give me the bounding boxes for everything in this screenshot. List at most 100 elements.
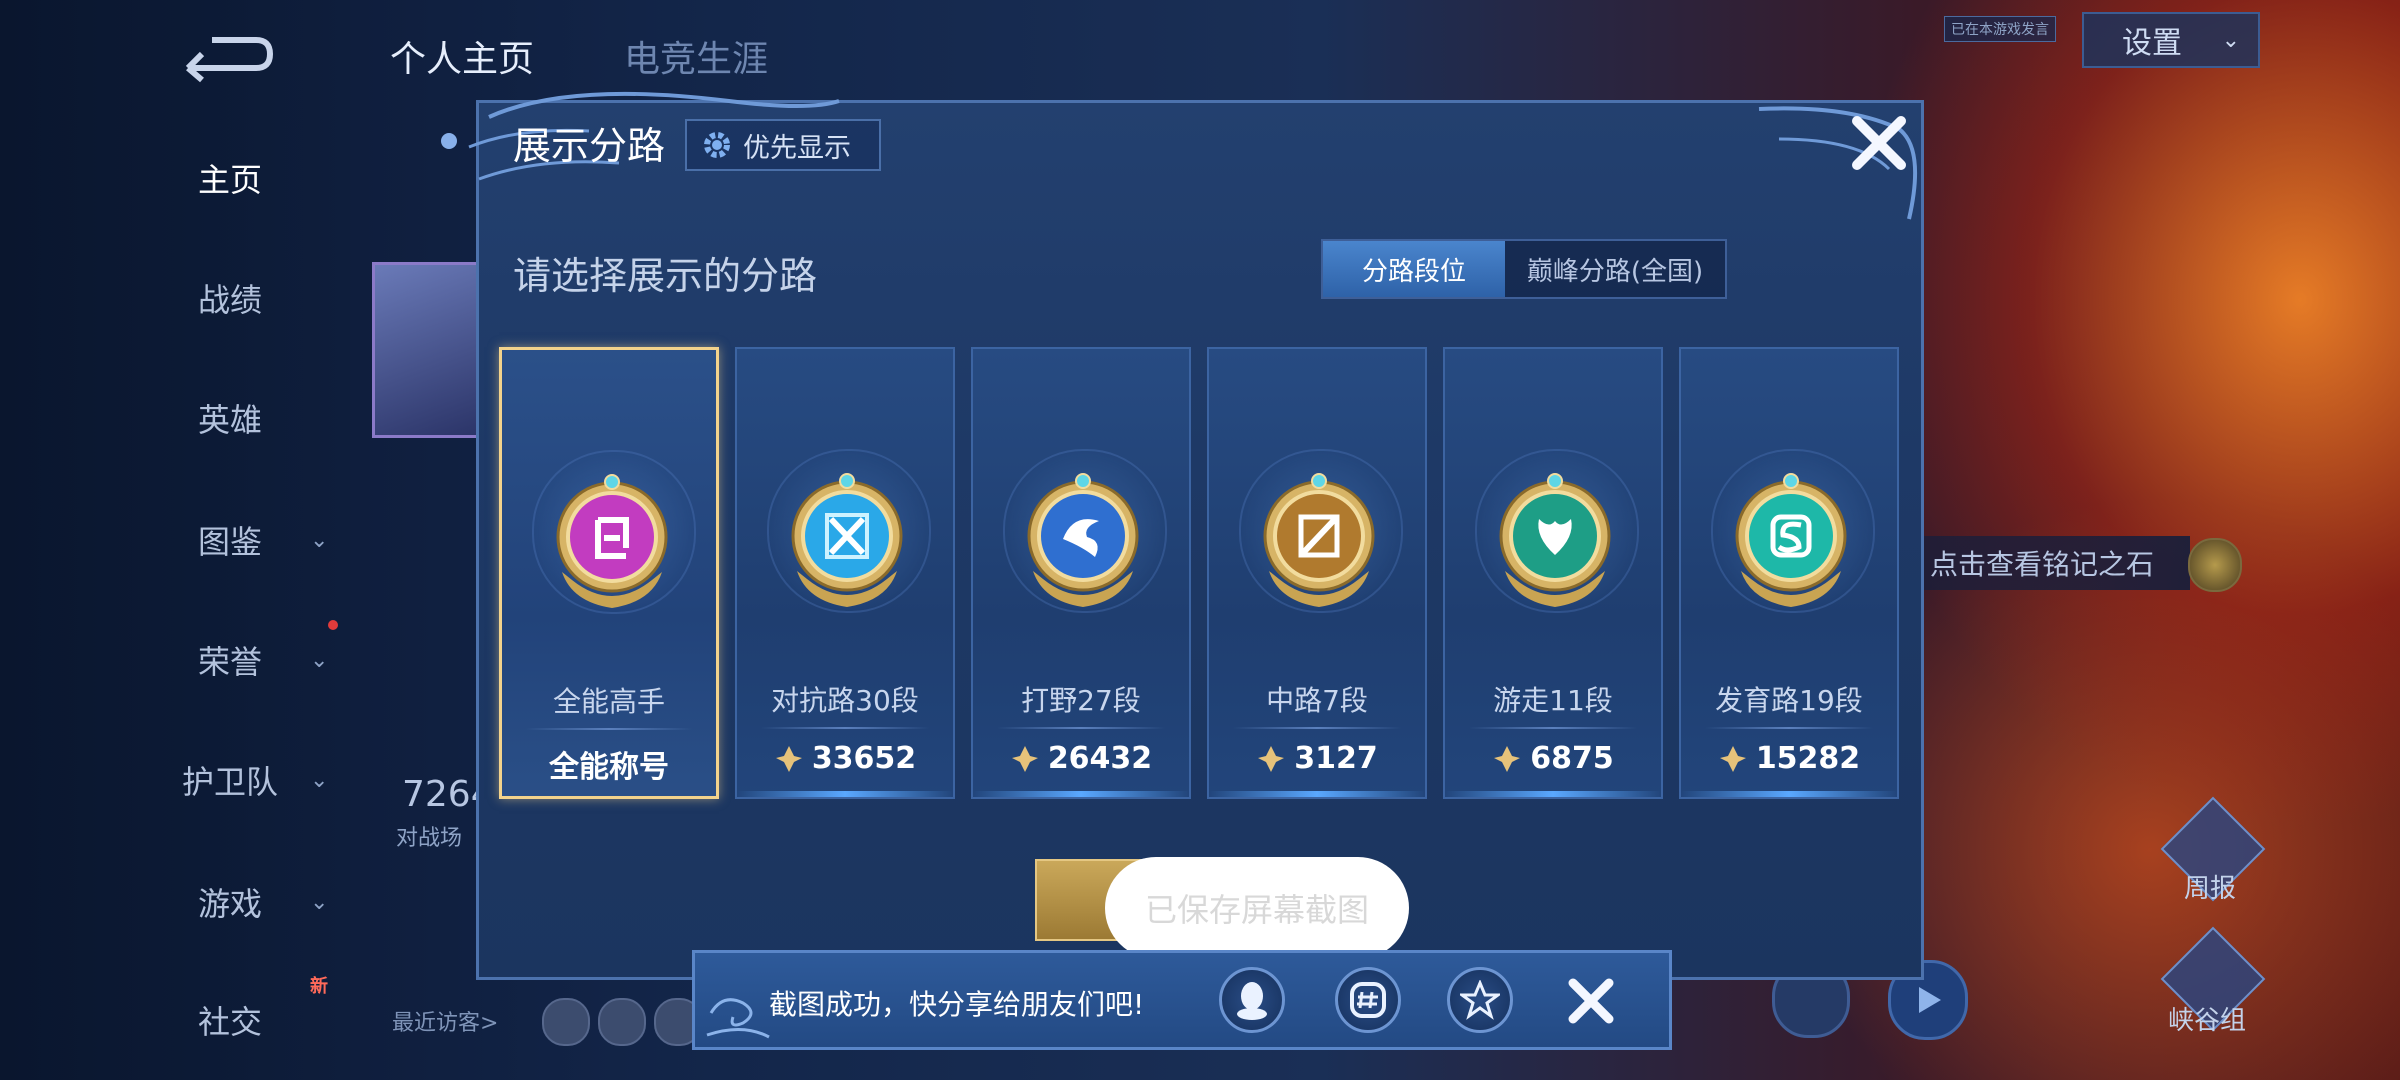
- dialog-title: 展示分路: [513, 124, 666, 168]
- lane-card[interactable]: 打野27段 26432: [971, 347, 1191, 799]
- lane-value: 3127: [1209, 741, 1425, 776]
- jungle-lane-badge-icon: [1013, 461, 1153, 611]
- visitor-avatar[interactable]: [598, 998, 646, 1046]
- toggle-lane-rank[interactable]: 分路段位: [1323, 241, 1505, 297]
- lane-card[interactable]: 发育路19段 15282: [1679, 347, 1899, 799]
- qq-icon[interactable]: [1219, 967, 1285, 1033]
- tab-esports[interactable]: 电竞生涯: [624, 30, 768, 82]
- card-bottom-glow: [1209, 791, 1425, 797]
- lane-display-dialog: 展示分路 优先显示 请选择展示的分路 分路段位 巅峰分路(全国) 全能高手全能称…: [441, 91, 1924, 980]
- back-arrow-icon: [185, 37, 274, 83]
- sidebar-item-3[interactable]: 图鉴 ⌄: [120, 510, 340, 570]
- visitor-avatar[interactable]: [542, 998, 590, 1046]
- divider: [526, 728, 692, 730]
- lane-card[interactable]: 中路7段 3127: [1207, 347, 1427, 799]
- lane-name: 全能高手: [552, 685, 665, 718]
- lane-value: 6875: [1445, 741, 1661, 776]
- lane-mode-toggle: 分路段位 巅峰分路(全国): [1321, 239, 1727, 299]
- divider: [1233, 727, 1401, 729]
- swirl-ornament-icon: [706, 998, 770, 1039]
- lane-card[interactable]: 全能高手 全能称号: [499, 347, 719, 799]
- chevron-down-icon: ⌄: [310, 647, 329, 673]
- profile-sub-label: 对战场: [396, 826, 463, 851]
- lane-value: 26432: [973, 741, 1189, 776]
- play-icon: [1919, 987, 1941, 1013]
- priority-display-label: 优先显示: [743, 132, 851, 164]
- chevron-down-icon: ⌄: [310, 527, 329, 553]
- lane-name: 打野27段: [1021, 684, 1141, 717]
- card-bottom-glow: [737, 791, 953, 797]
- share-bar: 截图成功，快分享给朋友们吧!: [692, 950, 1672, 1050]
- lane-name: 发育路19段: [1715, 684, 1863, 717]
- rank-points-icon: [1719, 745, 1746, 772]
- divider: [1469, 727, 1637, 729]
- share-message: 截图成功，快分享给朋友们吧!: [769, 988, 1145, 1021]
- priority-display-button[interactable]: 优先显示: [685, 119, 881, 171]
- recent-visitors-link[interactable]: 最近访客>: [392, 1005, 498, 1037]
- toggle-peak-lane[interactable]: 巅峰分路(全国): [1505, 241, 1725, 297]
- sidebar-item-1[interactable]: 战绩: [120, 268, 340, 328]
- rank-points-icon: [1011, 745, 1038, 772]
- sidebar-item-label: 社交: [197, 1003, 262, 1041]
- lane-value-text: 15282: [1755, 741, 1861, 776]
- sidebar-item-7[interactable]: 社交: [120, 990, 340, 1050]
- canyon-group-label: 峡谷组: [2168, 1006, 2247, 1036]
- clash-lane-badge-icon: [777, 461, 917, 611]
- lane-value: 33652: [737, 741, 953, 776]
- sidebar-item-label: 战绩: [197, 281, 262, 319]
- mid-lane-badge-icon: [1249, 461, 1389, 611]
- notification-dot: [328, 620, 338, 630]
- sidebar: 主页 战绩 英雄 图鉴 ⌄ 荣誉 ⌄ 护卫队 ⌄ 游戏 ⌄ 社交 新: [0, 0, 350, 1080]
- lane-value-text: 6875: [1530, 741, 1614, 776]
- rank-points-icon: [1494, 745, 1521, 772]
- lane-value-text: 33652: [811, 741, 917, 776]
- sidebar-item-4[interactable]: 荣誉 ⌄: [120, 630, 340, 690]
- sidebar-item-label: 图鉴: [197, 523, 262, 561]
- live-tag: 已在本游戏发言: [1944, 16, 2056, 42]
- gear-icon: [704, 132, 730, 158]
- rank-points-icon: [775, 745, 802, 772]
- lane-name: 游走11段: [1493, 684, 1613, 717]
- lane-value-text: 3127: [1294, 741, 1378, 776]
- close-icon[interactable]: [1847, 111, 1911, 175]
- lane-card[interactable]: 对抗路30段 33652: [735, 347, 955, 799]
- sidebar-item-label: 英雄: [197, 401, 262, 439]
- sidebar-item-label: 主页: [197, 161, 262, 199]
- lane-value-text: 全能称号: [549, 750, 669, 785]
- farm-lane-badge-icon: [1721, 461, 1861, 611]
- card-bottom-glow: [973, 791, 1189, 797]
- sidebar-item-2[interactable]: 英雄: [120, 388, 340, 448]
- divider: [761, 727, 929, 729]
- allround-lane-badge-icon: [542, 462, 682, 612]
- chevron-down-icon: ⌄: [310, 767, 329, 793]
- sidebar-item-label: 游戏: [197, 885, 262, 923]
- weekly-report-label: 周报: [2184, 874, 2237, 904]
- avatar[interactable]: [372, 262, 484, 438]
- qzone-icon[interactable]: [1447, 967, 1513, 1033]
- sidebar-item-6[interactable]: 游戏 ⌄: [120, 872, 340, 932]
- lane-value-text: 26432: [1047, 741, 1153, 776]
- lane-cards: 全能高手 全能称号 对抗路30段 33652 打野27段 26432 中路7段 3127 游走1…: [499, 347, 1899, 799]
- sidebar-item-label: 荣誉: [197, 643, 262, 681]
- tab-profile[interactable]: 个人主页: [390, 30, 534, 82]
- chevron-down-icon: ⌄: [310, 889, 329, 915]
- inscription-stone-link[interactable]: 点击查看铭记之石: [1920, 536, 2190, 590]
- settings-label: 设置: [2122, 26, 2182, 61]
- lane-card[interactable]: 游走11段 6875: [1443, 347, 1663, 799]
- screenshot-saved-toast: 已保存屏幕截图: [1105, 857, 1409, 959]
- share-close-icon[interactable]: [1561, 971, 1621, 1031]
- roam-lane-badge-icon: [1485, 461, 1625, 611]
- wechat-moments-icon[interactable]: [1335, 967, 1401, 1033]
- sidebar-item-0[interactable]: 主页: [120, 148, 340, 208]
- chevron-down-icon: ⌄: [2221, 27, 2240, 53]
- lane-value: 全能称号: [502, 742, 716, 786]
- lane-name: 对抗路30段: [771, 684, 919, 717]
- inscription-stone-icon[interactable]: [2188, 538, 2242, 592]
- top-tabs: 个人主页 电竞生涯: [390, 30, 768, 82]
- back-button[interactable]: [178, 28, 278, 84]
- dialog-subtitle: 请选择展示的分路: [513, 254, 818, 298]
- settings-button[interactable]: 设置 ⌄: [2082, 12, 2260, 68]
- card-bottom-glow: [1681, 791, 1897, 797]
- card-bottom-glow: [1445, 791, 1661, 797]
- sidebar-item-5[interactable]: 护卫队 ⌄: [120, 750, 340, 810]
